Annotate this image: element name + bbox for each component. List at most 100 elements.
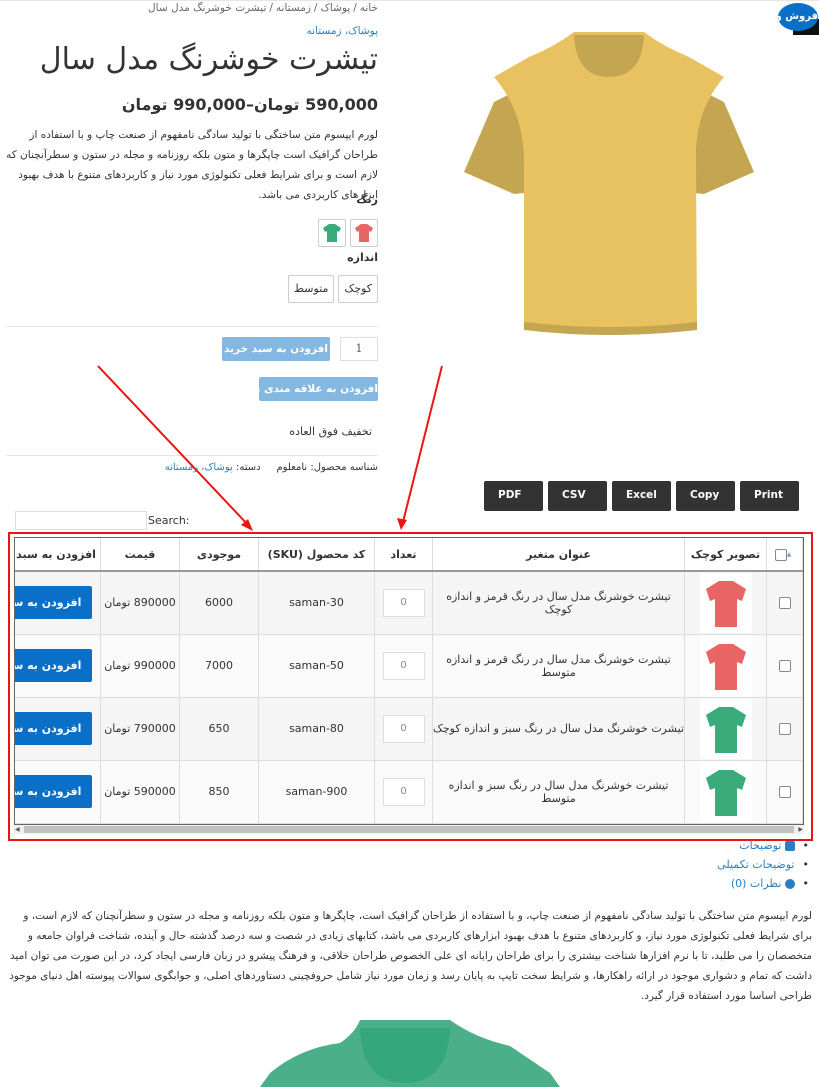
quantity-cell: 0	[374, 633, 433, 698]
tshirt-icon	[323, 224, 341, 242]
add-to-wishlist-button[interactable]: افزودن به علاقه مندی ها	[249, 377, 378, 401]
export-print-button[interactable]: Print	[740, 481, 799, 511]
size-small-button[interactable]: کوچک	[338, 275, 378, 303]
export-toolbar: PDF CSV Excel Copy Print	[484, 481, 799, 511]
meta-category-link[interactable]: پوشاک، زمستانه	[165, 462, 233, 473]
row-checkbox[interactable]	[778, 786, 791, 798]
row-quantity-input[interactable]: 0	[382, 777, 425, 806]
thumbnail-cell	[684, 570, 767, 635]
column-header-sku[interactable]: کد محصول (SKU)	[258, 538, 375, 572]
thumbnail-cell	[684, 696, 767, 761]
row-add-to-cart-button[interactable]: افزودن به سبد	[15, 586, 92, 620]
export-copy-button[interactable]: Copy	[676, 481, 735, 511]
column-header-price[interactable]: قیمت	[100, 538, 180, 572]
row-select-cell	[766, 696, 803, 761]
size-label: اندازه	[347, 251, 378, 264]
column-header-thumbnail[interactable]: تصویر کوچک	[684, 538, 767, 572]
tab-reviews[interactable]: نظرات (0)	[717, 874, 809, 893]
sku-label: شناسه محصول:	[310, 462, 378, 473]
breadcrumb-clothing[interactable]: پوشاک	[320, 2, 350, 14]
price-range: 590,000 تومان–990,000 تومان	[121, 95, 378, 114]
column-header-add-to-cart[interactable]: افزودن به سبد خرید	[15, 538, 101, 572]
long-description: لورم ایپسوم متن ساختگی با تولید سادگی نا…	[9, 910, 812, 1002]
add-to-cart-cell: افزودن به سبد0	[15, 696, 101, 761]
promo-text: تخفیف فوق العاده	[289, 425, 372, 438]
variant-thumbnail[interactable]	[699, 635, 752, 696]
color-swatch-green[interactable]	[318, 219, 346, 247]
add-to-cart-cell: افزودن به سبد0	[15, 759, 101, 824]
table-row: تیشرت خوشرنگ مدل سال در رنگ قرمز و انداز…	[15, 633, 803, 698]
column-header-stock[interactable]: موجودی	[179, 538, 259, 572]
document-icon	[784, 841, 795, 851]
product-summary: خانه/پوشاک/زمستانه/تیشرت خوشرنگ مدل سال …	[6, 0, 378, 480]
table-row: تیشرت خوشرنگ مدل سال در رنگ قرمز و انداز…	[15, 570, 803, 635]
sort-caret-icon[interactable]: ▲	[787, 551, 792, 558]
scroll-left-arrow-icon[interactable]: ◀	[15, 825, 20, 834]
stock-cell: 6000	[179, 570, 259, 635]
export-excel-button[interactable]: Excel	[612, 481, 671, 511]
tshirt-icon	[705, 643, 746, 690]
row-select-cell	[766, 570, 803, 635]
tshirt-icon	[705, 706, 746, 753]
sku-value: نامعلوم	[276, 462, 308, 473]
search-label: Search:	[148, 514, 190, 527]
search-input[interactable]	[15, 511, 147, 530]
chat-icon	[784, 879, 795, 889]
variant-thumbnail[interactable]	[699, 572, 752, 633]
row-checkbox[interactable]	[778, 660, 791, 672]
row-add-to-cart-button[interactable]: افزودن به سبد	[15, 712, 92, 745]
breadcrumb-winter[interactable]: زمستانه	[276, 2, 311, 14]
breadcrumb: خانه/پوشاک/زمستانه/تیشرت خوشرنگ مدل سال	[148, 2, 378, 14]
row-quantity-input[interactable]: 0	[382, 588, 425, 617]
row-add-to-cart-button[interactable]: افزودن به سبد	[15, 775, 92, 808]
tab-additional-info[interactable]: توضیحات تکمیلی	[717, 855, 809, 874]
variant-title: تیشرت خوشرنگ مدل سال در رنگ سبز و اندازه…	[432, 696, 685, 761]
row-select-cell	[766, 633, 803, 698]
sku-cell: saman-50	[258, 633, 375, 698]
select-all-header[interactable]: ▲	[766, 538, 803, 572]
color-swatches	[318, 219, 378, 247]
horizontal-scrollbar[interactable]: ◀ ▶	[14, 825, 804, 834]
table-header-row: ▲ تصویر کوچک عنوان متغیر تعداد کد محصول …	[15, 538, 803, 572]
category-label: دسته:	[235, 462, 261, 473]
variant-thumbnail[interactable]	[699, 698, 752, 759]
product-title: تیشرت خوشرنگ مدل سال	[39, 42, 378, 77]
row-checkbox[interactable]	[778, 597, 791, 610]
table-row: تیشرت خوشرنگ مدل سال در رنگ سبز و اندازه…	[15, 696, 803, 761]
select-all-checkbox[interactable]	[774, 548, 787, 561]
scroll-right-arrow-icon[interactable]: ▶	[798, 825, 803, 834]
row-select-cell	[766, 759, 803, 824]
table-row: تیشرت خوشرنگ مدل سال در رنگ سبز و اندازه…	[15, 759, 803, 824]
variant-title: تیشرت خوشرنگ مدل سال در رنگ قرمز و انداز…	[432, 570, 685, 635]
divider	[6, 326, 378, 327]
column-header-quantity[interactable]: تعداد	[374, 538, 433, 572]
stock-cell: 7000	[179, 633, 259, 698]
add-to-cart-button[interactable]: افزودن به سبد خرید	[222, 337, 330, 361]
color-swatch-red[interactable]	[350, 219, 378, 247]
category-link[interactable]: پوشاک، زمستانه	[307, 25, 378, 37]
column-header-title[interactable]: عنوان متغیر	[432, 538, 685, 572]
add-to-cart-cell: افزودن به سبد0	[15, 633, 101, 698]
tshirt-icon	[705, 769, 746, 816]
product-tabs: توضیحات توضیحات تکمیلی نظرات (0)	[717, 836, 809, 893]
description-image	[260, 1020, 560, 1087]
quantity-input[interactable]: 1	[340, 337, 378, 361]
tab-description[interactable]: توضیحات	[717, 836, 809, 855]
row-quantity-input[interactable]: 0	[382, 651, 425, 680]
breadcrumb-home[interactable]: خانه	[360, 2, 378, 14]
export-csv-button[interactable]: CSV	[548, 481, 607, 511]
row-add-to-cart-button[interactable]: افزودن به سبد	[15, 649, 92, 682]
stock-cell: 650	[179, 696, 259, 761]
row-quantity-input[interactable]: 0	[382, 714, 425, 743]
export-pdf-button[interactable]: PDF	[484, 481, 543, 511]
row-checkbox[interactable]	[778, 723, 791, 735]
thumbnail-cell	[684, 633, 767, 698]
quantity-cell: 0	[374, 759, 433, 824]
arrow-head-icon	[241, 519, 253, 531]
scrollbar-thumb[interactable]	[24, 826, 794, 833]
variations-table: ▲ تصویر کوچک عنوان متغیر تعداد کد محصول …	[14, 537, 804, 825]
variant-thumbnail[interactable]	[699, 761, 752, 822]
size-medium-button[interactable]: متوسط	[287, 275, 335, 303]
sku-cell: saman-80	[258, 696, 375, 761]
main-product-image[interactable]	[464, 32, 754, 350]
